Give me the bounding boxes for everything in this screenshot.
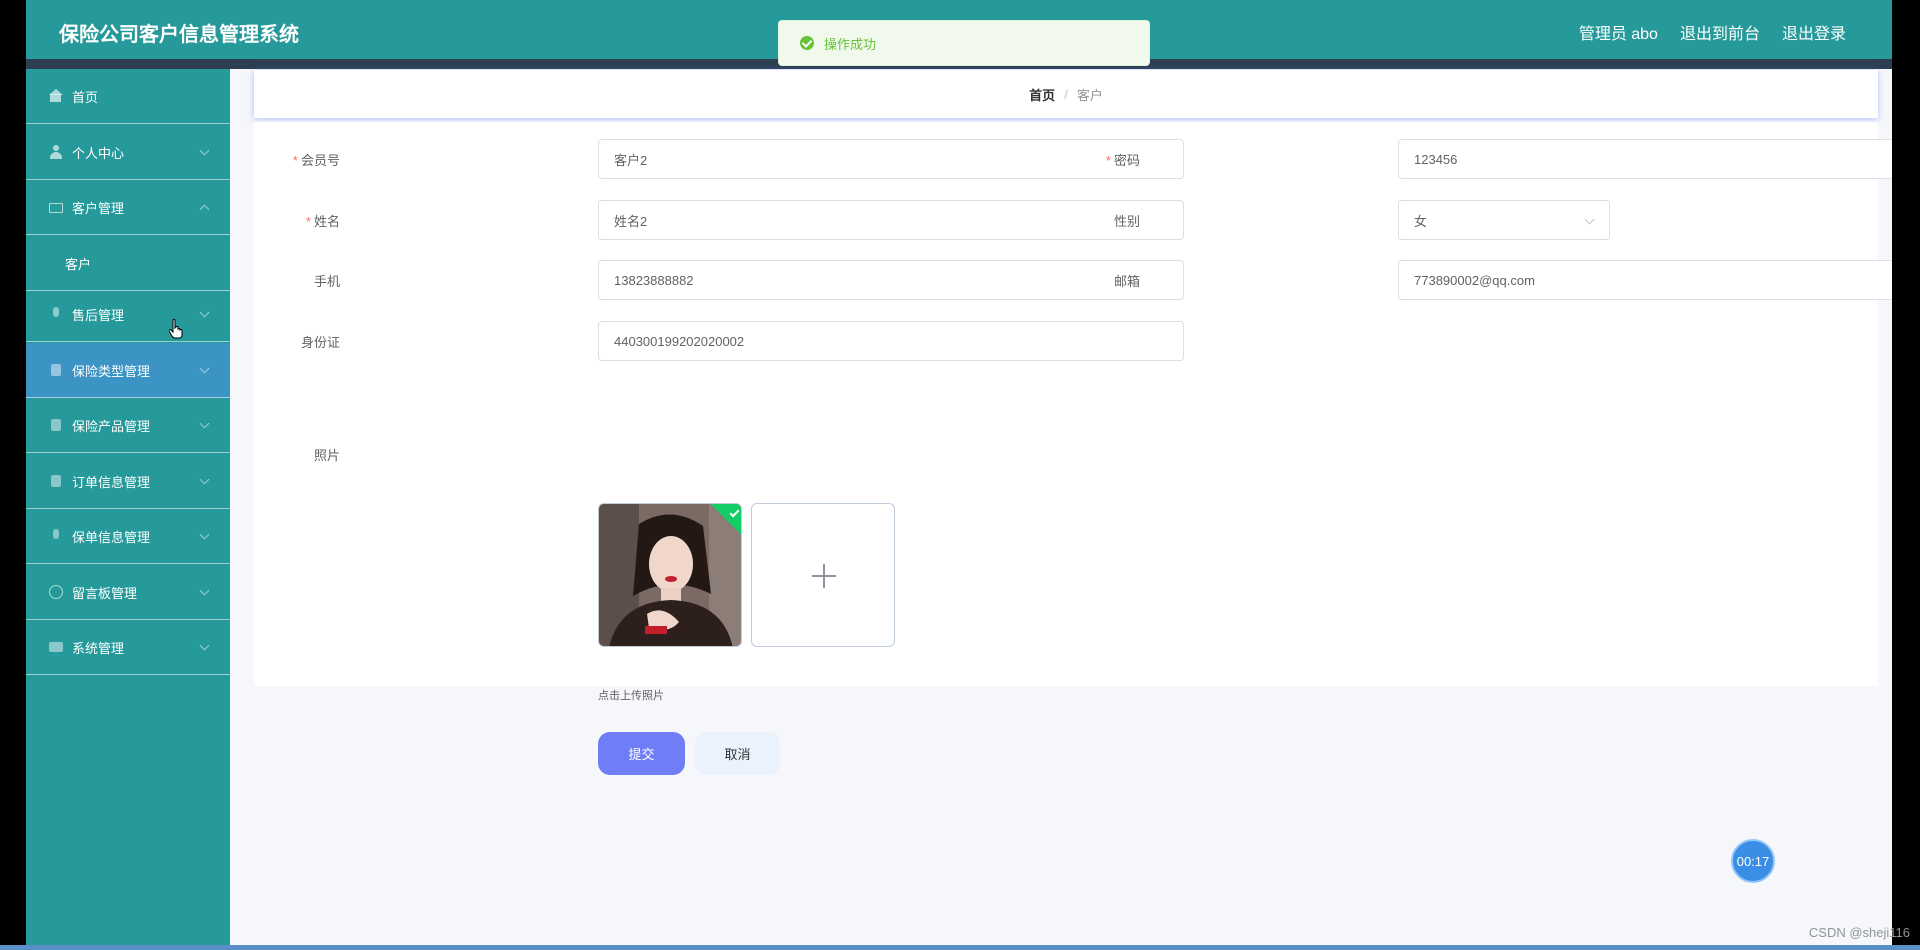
upload-hint: 点击上传照片 bbox=[598, 690, 664, 702]
chevron-down-icon bbox=[199, 418, 210, 428]
recording-timer[interactable]: 00:17 bbox=[1731, 839, 1775, 883]
breadcrumb-home[interactable]: 首页 bbox=[1029, 85, 1055, 104]
pin-icon bbox=[49, 474, 63, 488]
chevron-down-icon bbox=[1584, 214, 1595, 225]
mail-icon bbox=[49, 203, 63, 213]
chat-icon bbox=[49, 640, 63, 654]
sidebar: 首页 个人中心 客户管理 客户 售后管理 保险类型管理 保险产品管理 订单信息管… bbox=[26, 69, 230, 950]
chevron-up-icon bbox=[199, 204, 210, 214]
password-input[interactable]: 123456 bbox=[1398, 139, 1892, 179]
sidebar-item-policy-info[interactable]: 保单信息管理 bbox=[26, 509, 230, 564]
sidebar-item-home[interactable]: 首页 bbox=[26, 69, 230, 124]
submit-button[interactable]: 提交 bbox=[598, 732, 685, 775]
sidebar-item-label: 保险产品管理 bbox=[72, 418, 151, 434]
breadcrumb: 首页 / 客户 bbox=[254, 70, 1878, 118]
photo-label: 照片 bbox=[313, 448, 340, 463]
back-to-front-link[interactable]: 退出到前台 bbox=[1680, 20, 1760, 44]
sidebar-item-order-info[interactable]: 订单信息管理 bbox=[26, 454, 230, 509]
sidebar-item-label: 订单信息管理 bbox=[72, 474, 151, 490]
admin-user-label: 管理员 abo bbox=[1578, 26, 1658, 43]
photo-image bbox=[599, 504, 741, 646]
logout-link[interactable]: 退出登录 bbox=[1782, 20, 1846, 44]
hand-cursor-icon bbox=[169, 319, 183, 339]
clipboard-icon bbox=[49, 363, 63, 377]
sidebar-item-message-board[interactable]: 留言板管理 bbox=[26, 565, 230, 620]
email-label: 邮箱 bbox=[1113, 274, 1140, 289]
chevron-down-icon bbox=[199, 474, 210, 484]
email-input[interactable]: 773890002@qq.com bbox=[1398, 260, 1892, 300]
sidebar-item-label: 个人中心 bbox=[72, 145, 125, 161]
sidebar-item-label: 留言板管理 bbox=[72, 585, 138, 601]
name-label: * 姓名 bbox=[305, 214, 340, 229]
microphone-icon bbox=[49, 529, 63, 543]
sidebar-item-after-sales[interactable]: 售后管理 bbox=[26, 287, 230, 342]
uploaded-photo[interactable] bbox=[598, 503, 742, 647]
sidebar-subitem-customer[interactable]: 客户 bbox=[26, 236, 230, 291]
chevron-down-icon bbox=[199, 307, 210, 317]
password-label: * 密码 bbox=[1105, 153, 1140, 168]
photo-upload-button[interactable] bbox=[751, 503, 895, 647]
sidebar-item-label: 系统管理 bbox=[72, 640, 125, 656]
chevron-down-icon bbox=[199, 145, 210, 155]
breadcrumb-current: 客户 bbox=[1076, 87, 1103, 103]
card-icon bbox=[49, 418, 63, 432]
chevron-down-icon bbox=[199, 363, 210, 373]
sidebar-item-label: 保险类型管理 bbox=[72, 363, 151, 379]
header-links: 管理员 abo 退出到前台 退出登录 bbox=[1579, 20, 1846, 44]
gender-label: 性别 bbox=[1113, 214, 1140, 229]
sidebar-item-label: 保单信息管理 bbox=[72, 529, 151, 545]
app-title: 保险公司客户信息管理系统 bbox=[59, 24, 299, 46]
app-screen: 保险公司客户信息管理系统 管理员 abo 退出到前台 退出登录 首页 个人中心 … bbox=[26, 0, 1892, 950]
chevron-down-icon bbox=[199, 529, 210, 539]
sidebar-subitem-label: 客户 bbox=[65, 256, 92, 272]
home-icon bbox=[49, 89, 63, 103]
customer-form: * 会员号 客户2 * 密码 123456 * 姓名 姓名2 性别 女 手机 1382… bbox=[254, 122, 1892, 775]
cancel-button[interactable]: 取消 bbox=[695, 732, 780, 775]
watermark: CSDN @sheji116 bbox=[1808, 925, 1910, 940]
gender-select-value: 女 bbox=[1414, 213, 1428, 229]
phone-icon bbox=[49, 307, 63, 321]
sidebar-item-customer-management[interactable]: 客户管理 bbox=[26, 180, 230, 235]
check-circle-icon bbox=[800, 36, 814, 50]
breadcrumb-separator: / bbox=[1064, 86, 1068, 102]
sidebar-item-system[interactable]: 系统管理 bbox=[26, 620, 230, 675]
sidebar-item-insurance-product[interactable]: 保险产品管理 bbox=[26, 398, 230, 453]
id-card-label: 身份证 bbox=[300, 335, 340, 350]
gender-select[interactable]: 女 bbox=[1398, 200, 1610, 240]
taskbar-edge bbox=[0, 945, 1920, 950]
id-card-input[interactable]: 440300199202020002 bbox=[598, 321, 1184, 361]
member-no-label: * 会员号 bbox=[292, 153, 340, 168]
toast-message: 操作成功 bbox=[824, 36, 877, 52]
gauge-icon bbox=[49, 585, 63, 599]
chevron-down-icon bbox=[199, 585, 210, 595]
phone-label: 手机 bbox=[313, 274, 340, 289]
chevron-down-icon bbox=[199, 640, 210, 650]
sidebar-item-personal-center[interactable]: 个人中心 bbox=[26, 125, 230, 180]
success-toast: 操作成功 bbox=[778, 20, 1150, 66]
user-icon bbox=[49, 145, 63, 159]
sidebar-item-label: 客户管理 bbox=[72, 200, 125, 216]
sidebar-item-label: 首页 bbox=[72, 89, 99, 105]
sidebar-item-insurance-type[interactable]: 保险类型管理 bbox=[26, 343, 230, 398]
